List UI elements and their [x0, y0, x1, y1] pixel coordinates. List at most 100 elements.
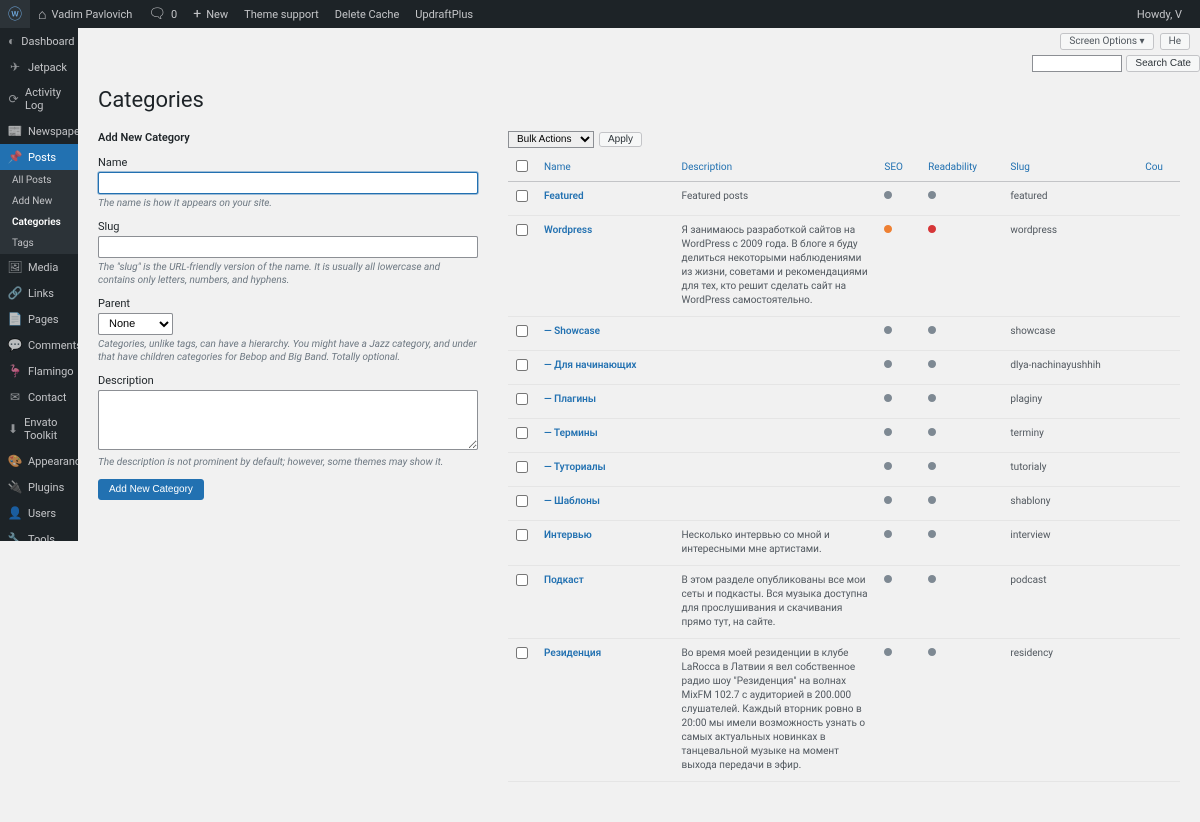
seo-dot-icon [884, 191, 892, 199]
menu-item[interactable]: 👤Users [0, 500, 78, 526]
submenu-item[interactable]: Tags [0, 233, 78, 254]
site-name[interactable]: ⌂Vadim Pavlovich [30, 0, 140, 28]
delete-cache[interactable]: Delete Cache [327, 0, 408, 28]
table-row: — Туториалы tutorialy [508, 453, 1180, 487]
menu-posts[interactable]: 📌 Posts [0, 144, 78, 170]
col-readability[interactable]: Readability [920, 154, 1002, 182]
new-content[interactable]: +New [185, 0, 236, 28]
my-account[interactable]: Howdy, V [1129, 0, 1190, 28]
screen-options-toggle[interactable]: Screen Options ▾ [1060, 33, 1153, 50]
menu-item[interactable]: 🔧Tools [0, 526, 78, 541]
row-checkbox[interactable] [516, 647, 528, 659]
readability-dot-icon [928, 530, 936, 538]
row-seo [876, 351, 920, 385]
col-count[interactable]: Cou [1137, 154, 1180, 182]
readability-dot-icon [928, 496, 936, 504]
bulk-actions-select[interactable]: Bulk Actions [508, 131, 594, 148]
submenu-label: Add New [12, 196, 52, 207]
category-link[interactable]: Интервью [544, 530, 592, 541]
row-checkbox[interactable] [516, 190, 528, 202]
select-all-checkbox[interactable] [516, 160, 528, 172]
category-link[interactable]: Featured [544, 191, 584, 202]
add-category-button[interactable]: Add New Category [98, 479, 204, 500]
category-link[interactable]: — Showcase [544, 326, 600, 337]
slug-label: Slug [98, 220, 478, 233]
menu-item[interactable]: ✈Jetpack [0, 54, 78, 80]
menu-item[interactable]: 💬Comments [0, 332, 78, 358]
categories-table: Name Description SEO Readability Slug Co… [508, 154, 1180, 782]
row-count [1137, 317, 1180, 351]
parent-select[interactable]: None [98, 313, 173, 335]
category-link[interactable]: — Шаблоны [544, 496, 600, 507]
menu-icon: 🔧 [8, 532, 22, 541]
row-checkbox[interactable] [516, 224, 528, 236]
row-slug: interview [1002, 521, 1137, 566]
row-readability [920, 216, 1002, 317]
menu-item[interactable]: ⟳Activity Log [0, 80, 78, 118]
menu-icon: 🔗 [8, 286, 22, 300]
col-name[interactable]: Name [536, 154, 674, 182]
row-seo [876, 487, 920, 521]
wp-logo[interactable]: ⓦ [0, 0, 30, 28]
category-link[interactable]: — Туториалы [544, 462, 606, 473]
menu-item[interactable]: ✉Contact [0, 384, 78, 410]
menu-item[interactable]: 🔌Plugins [0, 474, 78, 500]
menu-item[interactable]: 🔗Links [0, 280, 78, 306]
row-seo [876, 182, 920, 216]
row-checkbox[interactable] [516, 427, 528, 439]
row-seo [876, 453, 920, 487]
menu-item[interactable]: ◐Dashboard [0, 28, 78, 54]
row-checkbox[interactable] [516, 495, 528, 507]
category-link[interactable]: Резиденция [544, 648, 601, 659]
menu-item[interactable]: 🎨Appearance [0, 448, 78, 474]
row-seo [876, 639, 920, 782]
menu-item[interactable]: 🦩Flamingo [0, 358, 78, 384]
name-input[interactable] [98, 172, 478, 194]
col-description[interactable]: Description [674, 154, 877, 182]
row-checkbox[interactable] [516, 325, 528, 337]
row-description: Несколько интервью со мной и интересными… [674, 521, 877, 566]
seo-dot-icon [884, 394, 892, 402]
search-input[interactable] [1032, 55, 1122, 72]
row-seo [876, 566, 920, 639]
apply-button[interactable]: Apply [599, 132, 642, 147]
menu-item[interactable]: 📄Pages [0, 306, 78, 332]
row-readability [920, 453, 1002, 487]
slug-input[interactable] [98, 236, 478, 258]
menu-item[interactable]: ⬇Envato Toolkit [0, 410, 78, 448]
updraftplus[interactable]: UpdraftPlus [407, 0, 481, 28]
submenu-item[interactable]: All Posts [0, 170, 78, 191]
row-checkbox[interactable] [516, 529, 528, 541]
category-link[interactable]: Подкаст [544, 575, 584, 586]
menu-item[interactable]: 📰Newspaper [0, 118, 78, 144]
row-count [1137, 351, 1180, 385]
table-row: Подкаст В этом разделе опубликованы все … [508, 566, 1180, 639]
row-description [674, 385, 877, 419]
readability-dot-icon [928, 326, 936, 334]
category-link[interactable]: Wordpress [544, 225, 592, 236]
comments-link[interactable]: 🗨0 [140, 0, 185, 28]
search-button[interactable]: Search Cate [1126, 55, 1200, 72]
row-checkbox[interactable] [516, 461, 528, 473]
description-textarea[interactable] [98, 390, 478, 450]
theme-support[interactable]: Theme support [236, 0, 327, 28]
submenu-item[interactable]: Categories [0, 212, 78, 233]
readability-dot-icon [928, 191, 936, 199]
row-readability [920, 521, 1002, 566]
site-name-label: Vadim Pavlovich [51, 8, 132, 21]
help-toggle[interactable]: He [1160, 33, 1190, 50]
category-link[interactable]: — Для начинающих [544, 360, 636, 371]
col-seo[interactable]: SEO [876, 154, 920, 182]
row-checkbox[interactable] [516, 359, 528, 371]
row-count [1137, 521, 1180, 566]
row-slug: plaginy [1002, 385, 1137, 419]
name-label: Name [98, 156, 478, 169]
row-checkbox[interactable] [516, 393, 528, 405]
category-link[interactable]: — Термины [544, 428, 598, 439]
category-link[interactable]: — Плагины [544, 394, 596, 405]
menu-item[interactable]: 🖼Media [0, 254, 78, 280]
plus-icon: + [193, 6, 201, 22]
row-checkbox[interactable] [516, 574, 528, 586]
col-slug[interactable]: Slug [1002, 154, 1137, 182]
submenu-item[interactable]: Add New [0, 191, 78, 212]
